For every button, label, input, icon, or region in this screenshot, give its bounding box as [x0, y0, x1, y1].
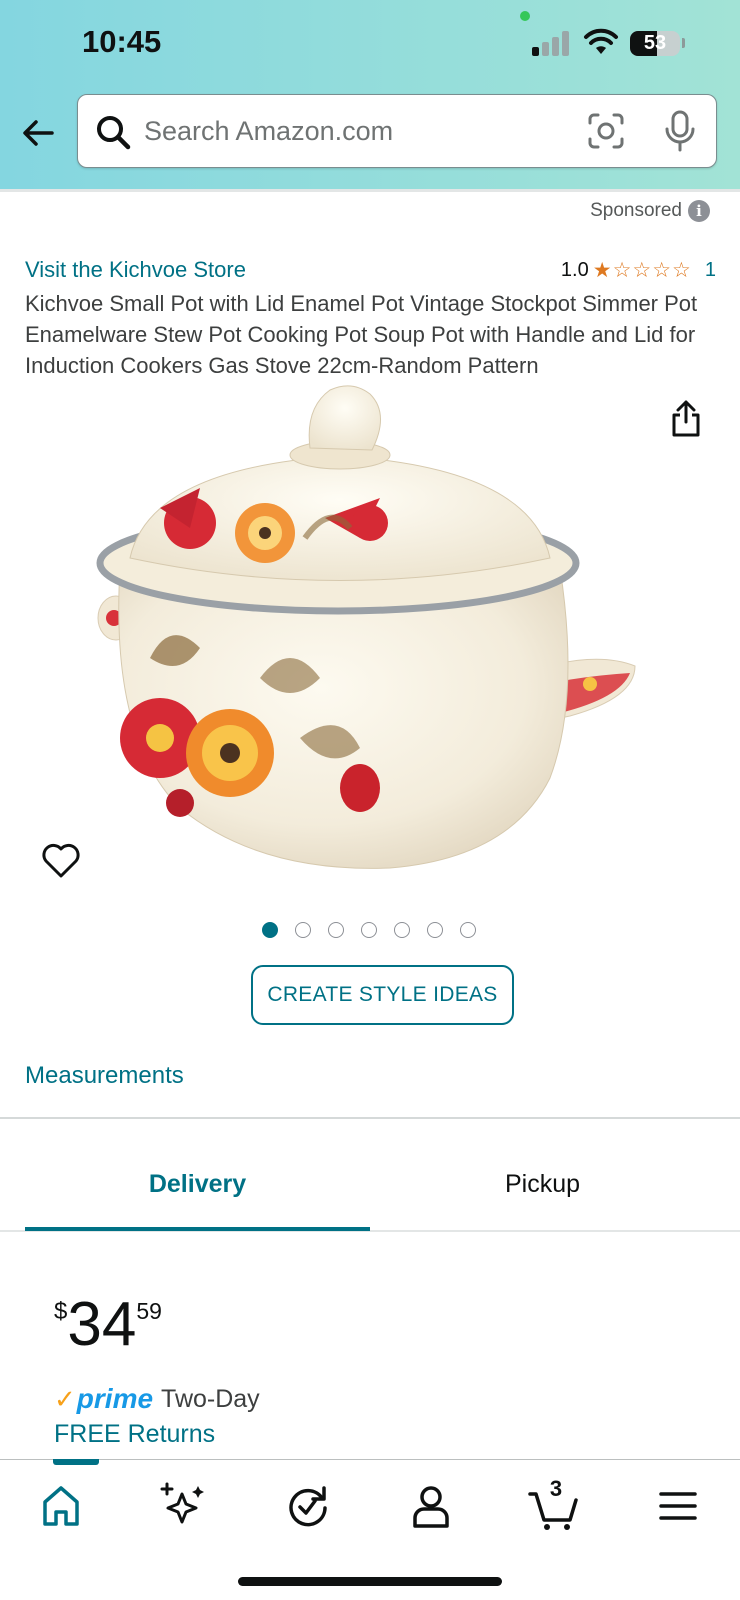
tab-delivery[interactable]: Delivery — [25, 1170, 370, 1199]
star-icon: ☆ — [632, 258, 652, 282]
image-carousel-dots — [262, 922, 476, 938]
microphone-icon[interactable] — [660, 109, 700, 153]
star-icon: ☆ — [672, 258, 691, 282]
account-icon[interactable] — [405, 1480, 457, 1532]
battery-tip — [682, 38, 685, 48]
price-fraction: 59 — [136, 1298, 162, 1324]
section-divider — [0, 1117, 740, 1119]
rating-stars: ★ ☆ ☆ ☆ ☆ — [592, 258, 691, 282]
wifi-icon — [584, 28, 618, 54]
rating-value: 1.0 — [560, 259, 589, 281]
home-indicator — [238, 1577, 502, 1586]
menu-icon[interactable] — [652, 1480, 704, 1532]
ai-sparkle-icon[interactable] — [158, 1480, 210, 1532]
cellular-signal-icon — [532, 30, 572, 56]
star-icon: ☆ — [612, 258, 632, 282]
search-icon — [97, 116, 131, 150]
product-title: Kichvoe Small Pot with Lid Enamel Pot Vi… — [25, 291, 698, 378]
carousel-dot[interactable] — [295, 922, 311, 938]
info-icon[interactable]: i — [688, 200, 710, 222]
tab-pickup[interactable]: Pickup — [370, 1170, 715, 1199]
price-currency: $ — [54, 1298, 68, 1325]
prime-badge: ✓ prime Two-Day — [54, 1383, 260, 1415]
carousel-dot[interactable] — [427, 922, 443, 938]
camera-in-use-indicator — [520, 11, 530, 21]
star-icon: ☆ — [652, 258, 672, 282]
home-icon[interactable] — [35, 1480, 87, 1532]
prime-check-icon: ✓ — [54, 1383, 76, 1414]
rating-count[interactable]: 1 — [705, 259, 716, 282]
sponsored-label[interactable]: Sponsored i — [590, 200, 710, 222]
free-returns-link[interactable]: FREE Returns — [54, 1420, 215, 1449]
camera-scan-icon[interactable] — [586, 111, 626, 151]
cart-button[interactable]: 3 — [528, 1476, 580, 1532]
price-whole: 34 — [67, 1290, 137, 1359]
carousel-dot[interactable] — [262, 922, 278, 938]
back-arrow-icon[interactable] — [18, 113, 58, 153]
header-divider — [0, 189, 740, 192]
active-tab-indicator — [25, 1227, 370, 1231]
heart-wishlist-icon[interactable] — [40, 840, 82, 880]
measurements-link[interactable]: Measurements — [25, 1062, 184, 1090]
history-icon[interactable] — [282, 1480, 334, 1532]
search-input[interactable] — [144, 109, 544, 153]
cart-count: 3 — [549, 1476, 563, 1501]
share-icon[interactable] — [668, 398, 704, 438]
star-icon: ★ — [592, 258, 612, 282]
search-bar[interactable] — [77, 94, 717, 168]
create-style-ideas-button[interactable]: CREATE STYLE IDEAS — [251, 965, 514, 1025]
store-link[interactable]: Visit the Kichvoe Store — [25, 257, 246, 283]
carousel-dot[interactable] — [361, 922, 377, 938]
carousel-dot[interactable] — [460, 922, 476, 938]
carousel-dot[interactable] — [394, 922, 410, 938]
active-nav-indicator — [53, 1459, 99, 1465]
battery-percent: 53 — [643, 32, 667, 54]
price: $ 34 59 — [54, 1292, 162, 1356]
sponsored-text: Sponsored — [590, 200, 682, 221]
app-header: 10:45 53 — [0, 0, 740, 190]
prime-logo: prime — [76, 1383, 154, 1414]
carousel-dot[interactable] — [328, 922, 344, 938]
status-time: 10:45 — [82, 24, 162, 59]
product-rating[interactable]: 1.0 ★ ☆ ☆ ☆ ☆ 1 — [561, 259, 716, 282]
product-image[interactable] — [90, 378, 650, 883]
battery-icon: 53 — [630, 31, 680, 56]
prime-shipping-speed: Two-Day — [161, 1384, 260, 1413]
